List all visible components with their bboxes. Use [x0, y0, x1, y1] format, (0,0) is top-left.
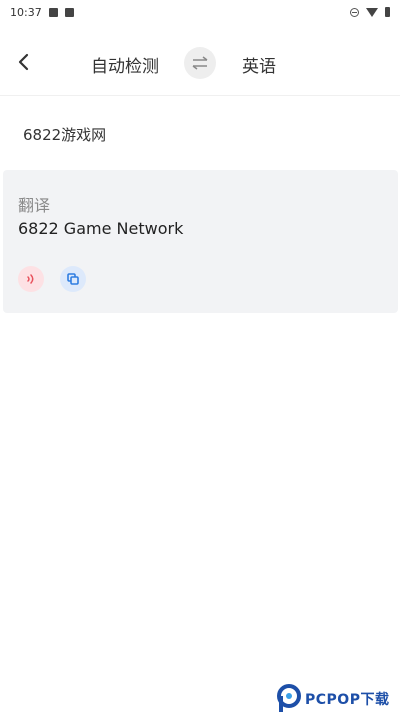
watermark: PCPOP下载	[276, 684, 389, 714]
translation-label: 翻译	[18, 196, 51, 215]
speak-button[interactable]	[18, 266, 44, 292]
watermark-text: PCPOP下载	[305, 692, 390, 708]
copy-button[interactable]	[60, 266, 86, 292]
header-bar: 自动检测 英语	[0, 40, 400, 86]
copy-icon	[67, 273, 79, 285]
pcpop-logo-icon	[277, 684, 301, 712]
swap-languages-button[interactable]	[184, 47, 216, 79]
do-not-disturb-icon	[350, 7, 359, 17]
source-text[interactable]: 6822游戏网	[23, 124, 106, 145]
battery-icon	[385, 7, 390, 17]
wifi-icon	[366, 7, 378, 17]
header-divider	[0, 95, 400, 96]
status-time: 10:37	[10, 5, 42, 19]
speaker-icon	[27, 274, 34, 284]
chevron-left-icon	[18, 53, 29, 71]
app-notification-icon	[64, 7, 74, 17]
translation-result-card: 翻译 6822 Game Network	[3, 170, 398, 313]
status-bar: 10:37	[0, 0, 400, 24]
translation-text: 6822 Game Network	[18, 219, 184, 238]
status-left: 10:37	[10, 6, 74, 19]
source-language-selector[interactable]: 自动检测	[90, 52, 160, 77]
target-language-selector[interactable]: 英语	[236, 52, 282, 77]
watermark-text-group: PCPOP下载	[305, 689, 389, 709]
status-right	[350, 7, 390, 17]
gallery-notification-icon	[48, 7, 58, 17]
swap-arrows-icon	[192, 56, 208, 70]
back-button[interactable]	[10, 48, 38, 76]
